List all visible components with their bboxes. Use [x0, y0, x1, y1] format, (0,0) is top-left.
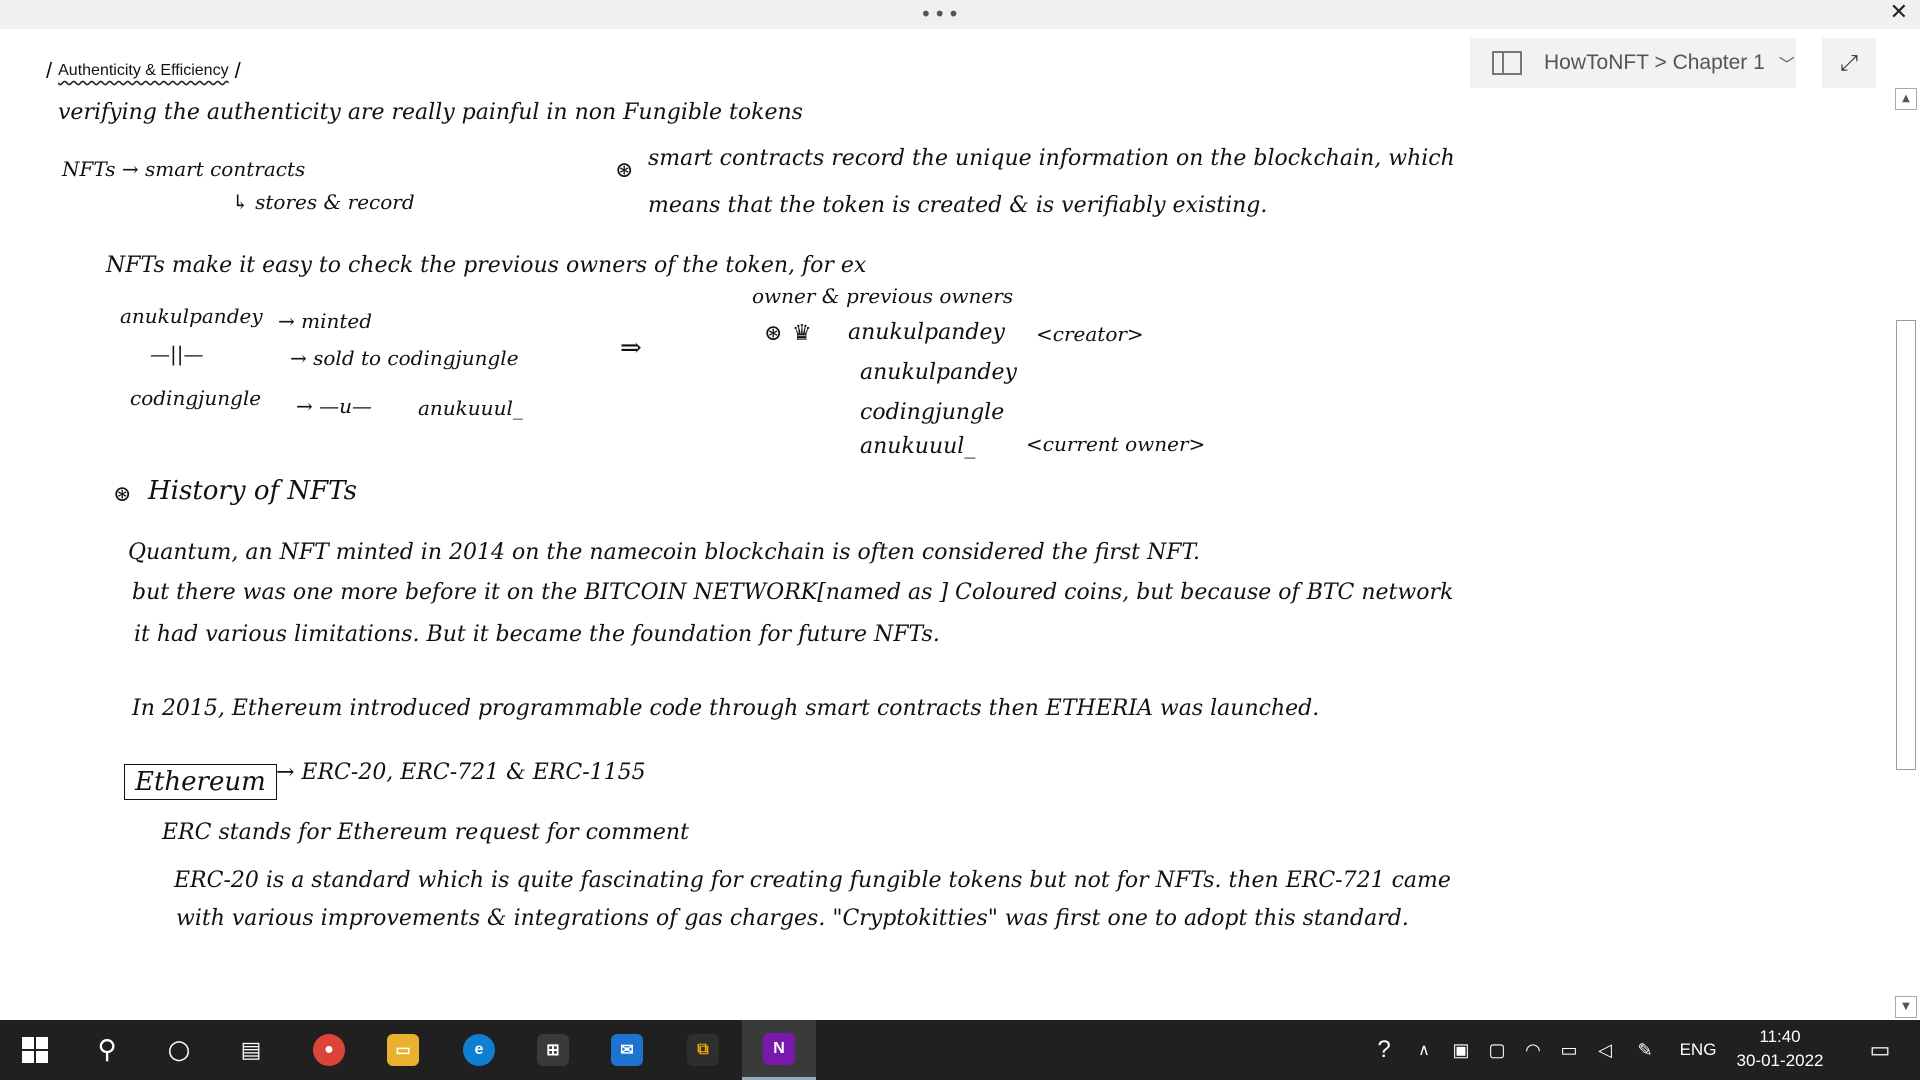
notifications-icon[interactable]: ▭ — [1852, 1020, 1908, 1080]
start-button[interactable] — [0, 1020, 70, 1080]
implies-arrow-icon: ⇒ — [620, 333, 642, 363]
note-nft-smart: NFTs → smart contracts — [62, 157, 306, 181]
taskbar: ⚲ ○ ▤ ● ▭ e ⊞ ✉ ⧉ N ? ∧ ▣ ▢ ◠ ▭ ◁ ✎ ENG … — [0, 1020, 1920, 1080]
owner-row3-name: codingjungle — [130, 386, 262, 410]
erc-para-1: ERC-20 is a standard which is quite fasc… — [174, 868, 1451, 893]
note-line-authenticity: verifying the authenticity are really pa… — [58, 100, 803, 125]
device-icon[interactable]: ▣ — [1446, 1020, 1476, 1080]
owner-list-current-tag: <current owner> — [1026, 432, 1206, 456]
battery-icon[interactable]: ▭ — [1554, 1020, 1584, 1080]
owner-list-creator: anukulpandey — [848, 320, 1005, 345]
star-icon-2: ⊛ — [764, 321, 783, 346]
cortana-icon[interactable]: ○ — [144, 1020, 214, 1080]
owner-row1-name: anukulpandey — [120, 304, 263, 328]
owner-list-3: codingjungle — [860, 400, 1005, 425]
windows-icon — [22, 1037, 48, 1063]
search-icon[interactable]: ⚲ — [72, 1020, 142, 1080]
onenote-letter: N — [763, 1032, 795, 1065]
history-line-3: it had various limitations. But it becam… — [134, 622, 940, 647]
window-top-bar: ••• ✕ — [0, 0, 1920, 29]
owner-list-creator-tag: <creator> — [1036, 322, 1144, 346]
owner-list-2: anukulpandey — [860, 360, 1017, 385]
owner-row3-action: → —u— — [296, 394, 372, 418]
notebook-breadcrumb: HowToNFT > Chapter 1 — [1544, 51, 1765, 74]
owner-row2-name: —||— — [150, 342, 204, 366]
volume-icon[interactable]: ◁ — [1590, 1020, 1620, 1080]
erc-stands-for: ERC stands for Ethereum request for comm… — [162, 820, 689, 845]
owner-row3-target: anukuuul_ — [418, 396, 523, 420]
page-title-label: Authenticity & Efficiency — [58, 62, 229, 79]
help-icon[interactable]: ? — [1366, 1020, 1402, 1080]
clock[interactable]: 11:40 30-01-2022 — [1720, 1020, 1840, 1080]
star-icon-3: ⊛ — [113, 482, 132, 507]
tag-bracket-right: / — [234, 58, 241, 83]
clock-time: 11:40 — [1759, 1027, 1801, 1046]
language-indicator[interactable]: ENG — [1672, 1020, 1724, 1080]
star-icon: ⊛ — [615, 158, 634, 183]
owner-list-4: anukuuul_ — [860, 434, 976, 459]
scrollbar-thumb[interactable] — [1896, 320, 1916, 770]
edge-icon[interactable]: e — [444, 1020, 514, 1080]
history-line-2: but there was one more before it on the … — [132, 580, 1454, 605]
chevron-up-icon[interactable]: ∧ — [1410, 1020, 1438, 1080]
chrome-icon[interactable]: ● — [294, 1020, 364, 1080]
notebook-icon — [1492, 51, 1522, 75]
scroll-down-icon[interactable]: ▼ — [1895, 996, 1917, 1018]
history-heading: History of NFTs — [148, 476, 357, 506]
file-explorer-icon[interactable]: ▭ — [368, 1020, 438, 1080]
close-icon[interactable]: ✕ — [1890, 0, 1908, 25]
note-stores-record: ↳ stores & record — [232, 190, 415, 214]
note-owner-previous: owner & previous owners — [752, 284, 1014, 308]
note-smart-record-1: smart contracts record the unique inform… — [648, 146, 1455, 171]
task-view-icon[interactable]: ▤ — [216, 1020, 286, 1080]
expand-icon[interactable]: ⤢ — [1822, 38, 1876, 88]
notebook-breadcrumb-button[interactable]: HowToNFT > Chapter 1 ﹀ — [1470, 38, 1796, 88]
crown-icon: ♛ — [792, 321, 812, 346]
owner-row2-action: → sold to codingjungle — [290, 346, 519, 370]
pen-icon[interactable]: ✎ — [1630, 1020, 1660, 1080]
vm-app-icon[interactable]: ⧉ — [668, 1020, 738, 1080]
erc-para-2: with various improvements & integrations… — [176, 906, 1409, 931]
wifi-icon[interactable]: ◠ — [1518, 1020, 1548, 1080]
clock-date: 30-01-2022 — [1736, 1051, 1824, 1070]
store-icon[interactable]: ⊞ — [518, 1020, 588, 1080]
note-owners-intro: NFTs make it easy to check the previous … — [106, 253, 867, 278]
meet-icon[interactable]: ▢ — [1482, 1020, 1512, 1080]
vertical-scrollbar[interactable]: ▲ ▼ — [1895, 88, 1920, 1018]
scroll-up-icon[interactable]: ▲ — [1895, 88, 1917, 110]
onenote-icon[interactable]: N — [742, 1020, 816, 1080]
mail-icon[interactable]: ✉ — [592, 1020, 662, 1080]
more-options-icon[interactable]: ••• — [920, 2, 961, 26]
ethereum-boxed-label: Ethereum — [124, 764, 277, 800]
ethereum-2015-line: In 2015, Ethereum introduced programmabl… — [132, 696, 1320, 721]
history-line-1: Quantum, an NFT minted in 2014 on the na… — [128, 540, 1200, 565]
page-title: / Authenticity & Efficiency / — [46, 58, 241, 84]
owner-row1-action: → minted — [278, 309, 373, 333]
erc-list: → ERC-20, ERC-721 & ERC-1155 — [276, 760, 646, 785]
note-smart-record-2: means that the token is created & is ver… — [648, 193, 1268, 218]
chevron-down-icon: ﹀ — [1778, 55, 1795, 74]
